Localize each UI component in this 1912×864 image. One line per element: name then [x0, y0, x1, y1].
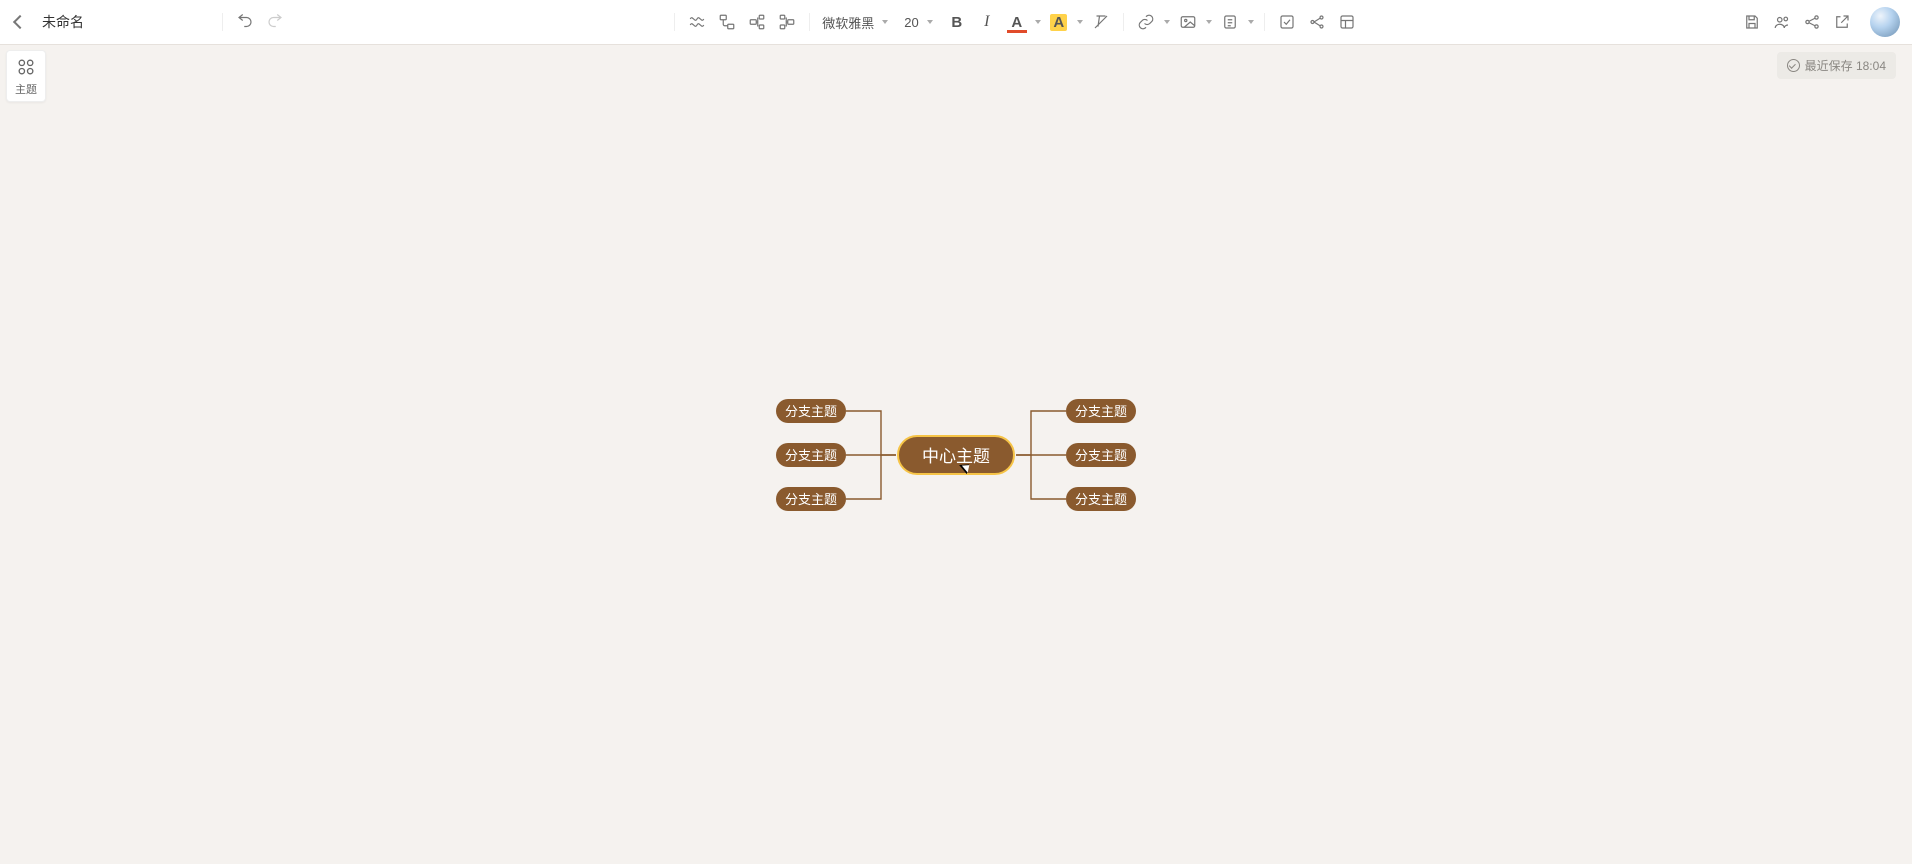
mindmap: 分支主题 分支主题 分支主题 分支主题 分支主题 分支主题 中心主题 [776, 399, 1136, 511]
highlight-color-button[interactable]: A [1045, 8, 1073, 36]
share-button[interactable] [1798, 8, 1826, 36]
relation-button[interactable] [1303, 8, 1331, 36]
separator [809, 13, 810, 31]
highlight-caret-icon[interactable] [1075, 20, 1085, 24]
link-button[interactable] [1132, 8, 1160, 36]
insert-sibling-button[interactable] [713, 8, 741, 36]
top-toolbar: 未命名 微软雅黑 20 B I [0, 0, 1912, 45]
branch-node[interactable]: 分支主题 [1066, 399, 1136, 423]
italic-button[interactable]: I [973, 8, 1001, 36]
center-node[interactable]: 中心主题 [897, 435, 1015, 475]
font-size-select[interactable]: 20 [900, 15, 922, 30]
insert-parent-button[interactable] [773, 8, 801, 36]
user-avatar[interactable] [1870, 7, 1900, 37]
font-color-swatch [1007, 30, 1027, 33]
layout-button[interactable] [1333, 8, 1361, 36]
separator [222, 13, 223, 31]
note-caret-icon[interactable] [1246, 20, 1256, 24]
save-button[interactable] [1738, 8, 1766, 36]
note-button[interactable] [1216, 8, 1244, 36]
structure-style-button[interactable] [683, 8, 711, 36]
font-family-select[interactable]: 微软雅黑 [818, 13, 878, 32]
branch-node[interactable]: 分支主题 [1066, 487, 1136, 511]
document-title[interactable]: 未命名 [42, 12, 84, 32]
task-button[interactable] [1273, 8, 1301, 36]
branch-node[interactable]: 分支主题 [776, 399, 846, 423]
clear-format-button[interactable] [1087, 8, 1115, 36]
font-size-caret-icon[interactable] [925, 20, 935, 24]
image-button[interactable] [1174, 8, 1202, 36]
undo-button[interactable] [231, 8, 259, 36]
redo-button[interactable] [261, 8, 289, 36]
branch-node[interactable]: 分支主题 [776, 487, 846, 511]
link-caret-icon[interactable] [1162, 20, 1172, 24]
canvas[interactable]: 分支主题 分支主题 分支主题 分支主题 分支主题 分支主题 中心主题 [0, 45, 1912, 864]
open-external-button[interactable] [1828, 8, 1856, 36]
collaborators-button[interactable] [1768, 8, 1796, 36]
back-button[interactable] [10, 12, 30, 32]
bold-button[interactable]: B [943, 8, 971, 36]
separator [1264, 13, 1265, 31]
insert-child-button[interactable] [743, 8, 771, 36]
font-color-button[interactable]: A [1003, 8, 1031, 36]
separator [1123, 13, 1124, 31]
image-caret-icon[interactable] [1204, 20, 1214, 24]
branch-node[interactable]: 分支主题 [1066, 443, 1136, 467]
font-color-caret-icon[interactable] [1033, 20, 1043, 24]
separator [674, 13, 675, 31]
font-family-caret-icon[interactable] [880, 20, 890, 24]
branch-node[interactable]: 分支主题 [776, 443, 846, 467]
